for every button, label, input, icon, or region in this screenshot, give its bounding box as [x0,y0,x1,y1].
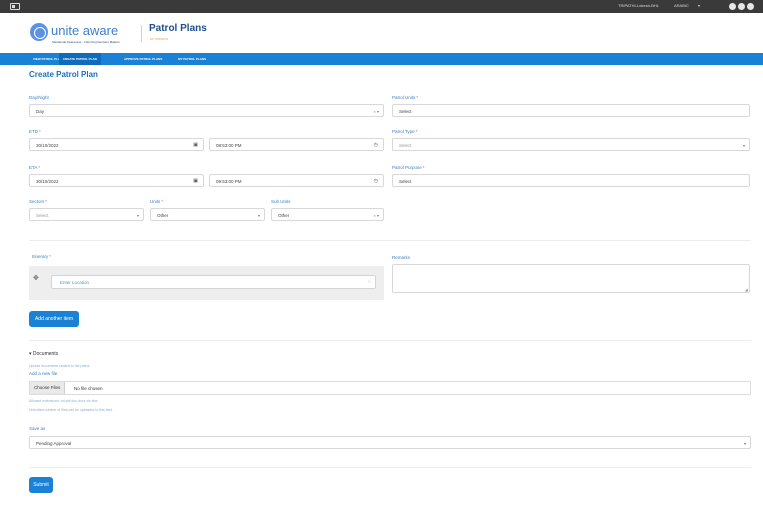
submit-button[interactable]: Submit [29,477,53,493]
brand-tagline: Situational Awareness · Informing Decisi… [52,40,120,44]
patrol-type-select[interactable]: Select ▾ [392,138,750,151]
user-name[interactable]: TRIPATHI-Lokesh-BHL [618,3,659,8]
clear-dropdown-icon[interactable]: × ▾ [374,213,379,218]
location-input[interactable]: Enter Location ◌ [51,275,376,289]
patrol-purpose-select[interactable]: Select [392,174,750,187]
chevron-down-icon[interactable]: ▾ [744,441,746,446]
clock-icon[interactable]: ◷ [374,178,378,184]
nav-approve-patrol-plans[interactable]: APPROVE PATROL PLANS [120,53,166,65]
unlimited-files-note: Unlimited number of files can be uploade… [29,408,114,412]
patrol-units-placeholder: Select [399,108,412,114]
calendar-icon[interactable]: ▣ [193,178,198,184]
chevron-down-icon[interactable]: ▾ [258,213,260,218]
nav-create-patrol-plan[interactable]: CREATE PATROL PLAN [59,53,101,65]
clear-dropdown-icon[interactable]: × ▾ [374,109,379,114]
allowed-extensions-note: Allowed extensions: txt pdf doc docx xls… [29,399,98,403]
clock-icon[interactable]: ◷ [374,142,378,148]
patrol-purpose-placeholder: Select [399,178,412,184]
sub-units-value: Other [278,212,290,218]
app-subtitle: MY MISSION [150,37,168,41]
eta-date-input[interactable]: 30/10/2022 ▣ [29,174,204,187]
units-value: Other [157,212,169,218]
file-upload-field[interactable]: Choose Files No file chosen [29,381,751,395]
sectors-placeholder: Select [36,212,49,218]
resize-handle-icon[interactable]: ◢ [745,287,748,292]
no-file-chosen-text: No file chosen [74,385,103,391]
section-divider [29,467,751,468]
save-as-label: Save as [29,426,46,431]
etd-time-value: 08:53:00 PM [216,142,242,148]
sidebar-toggle-icon[interactable] [10,3,20,10]
save-as-value: Pending Approval [36,440,72,446]
add-another-item-button[interactable]: Add another item [29,311,79,327]
etd-label: ETD* [29,129,41,134]
eta-label: ETA* [29,165,41,170]
eta-date-value: 30/10/2022 [36,178,59,184]
drag-handle-icon[interactable]: ✥ [33,274,39,282]
etd-date-input[interactable]: 30/10/2022 ▣ [29,138,204,151]
patrol-units-label: Patrol Units* [392,95,419,100]
un-globe-icon [30,23,48,41]
top-bar: TRIPATHI-Lokesh-BHL ARABIC ▾ [0,0,763,13]
patrol-units-select[interactable]: Select [392,104,750,117]
day-night-value: Day [36,108,45,114]
documents-toggle[interactable]: ▾ Documents [29,351,58,357]
page-title: Create Patrol Plan [29,70,98,79]
day-night-select[interactable]: Day × ▾ [29,104,384,117]
eta-time-value: 09:53:00 PM [216,178,242,184]
language-selector[interactable]: ARABIC [674,3,689,8]
save-as-select[interactable]: Pending Approval ▾ [29,436,751,449]
section-divider [29,240,751,241]
sub-units-select[interactable]: Other × ▾ [271,208,384,221]
notifications-icon[interactable] [738,3,745,10]
units-select[interactable]: Other ▾ [150,208,265,221]
section-divider [29,340,751,341]
units-label: Units* [150,199,164,204]
header: unite aware Situational Awareness · Info… [0,13,763,51]
user-profile-icon[interactable] [747,3,754,10]
sectors-label: Sectors* [29,199,48,204]
header-divider [141,25,142,42]
remarks-textarea[interactable]: ◢ [392,264,750,293]
itinerary-table: ✥ Enter Location ◌ [29,266,384,300]
location-icon: ◌ [368,279,371,285]
remarks-label: Remarks [392,255,411,260]
chevron-down-icon[interactable]: ▾ [137,213,139,218]
add-file-label: Add a new file [29,371,58,376]
location-placeholder: Enter Location [60,280,90,285]
etd-time-input[interactable]: 08:53:00 PM ◷ [209,138,384,151]
brand-name[interactable]: unite aware [51,23,118,38]
documents-description: Upload documents related to the patrol. [29,364,91,368]
patrol-type-label: Patrol Type* [392,129,418,134]
patrol-type-placeholder: Select [399,142,412,148]
help-icon[interactable] [729,3,736,10]
etd-date-value: 30/10/2022 [36,142,59,148]
calendar-icon[interactable]: ▣ [193,142,198,148]
app-title: Patrol Plans [149,23,207,34]
day-night-label: Day/Night [29,95,49,100]
sectors-select[interactable]: Select ▾ [29,208,144,221]
chevron-down-icon[interactable]: ▾ [743,143,745,148]
main-nav: VIEW PATROL PLANS CREATE PATROL PLAN APP… [0,53,763,65]
patrol-purpose-label: Patrol Purpose* [392,165,425,170]
itinerary-label: Itinerary* [32,254,52,259]
eta-time-input[interactable]: 09:53:00 PM ◷ [209,174,384,187]
nav-my-patrol-plans[interactable]: MY PATROL PLANS [174,53,210,65]
choose-files-button[interactable]: Choose Files [30,382,66,394]
sub-units-label: Sub Units [271,199,291,204]
chevron-down-icon[interactable]: ▾ [698,3,700,8]
